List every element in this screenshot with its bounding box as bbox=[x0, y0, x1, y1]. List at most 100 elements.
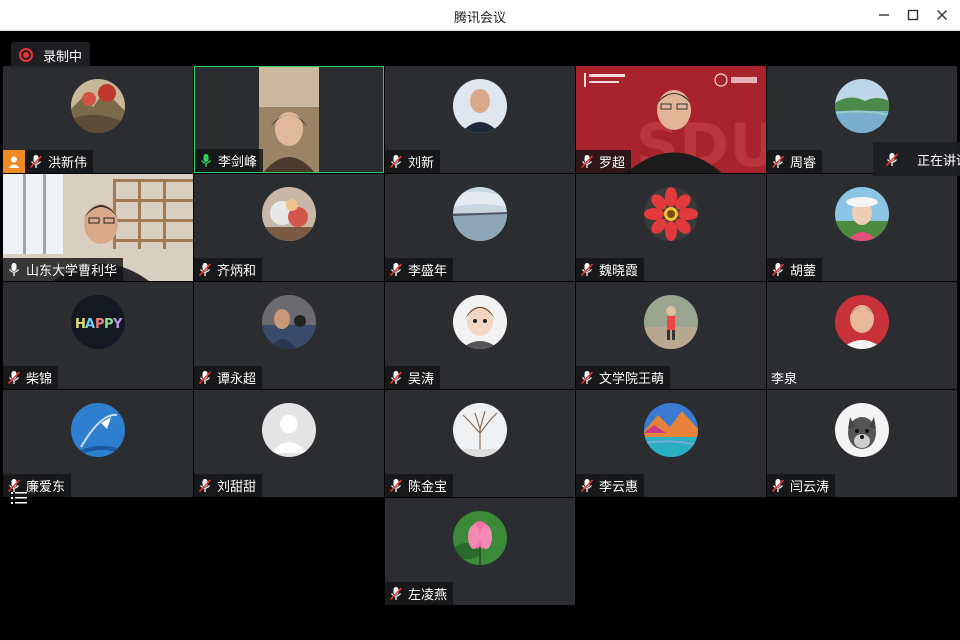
participant-name: 魏晓霞 bbox=[599, 264, 639, 279]
participant-nametag: 李盛年 bbox=[385, 258, 454, 281]
participant-name: 山东大学曹利华 bbox=[26, 264, 118, 279]
participant-tile[interactable]: 李盛年 bbox=[385, 174, 575, 281]
participant-nametag: 周睿 bbox=[767, 150, 823, 173]
host-user-icon bbox=[3, 150, 25, 173]
participant-tile[interactable]: 廉爱东 bbox=[3, 390, 193, 497]
participant-name: 左凌燕 bbox=[408, 588, 448, 603]
avatar bbox=[644, 187, 698, 241]
mic-off-icon bbox=[7, 370, 21, 385]
svg-text:A: A bbox=[85, 317, 95, 332]
participant-nametag: 罗超 bbox=[576, 150, 632, 173]
participant-tile[interactable]: 吴涛 bbox=[385, 282, 575, 389]
participant-nametag: 胡蓥 bbox=[767, 258, 823, 281]
participant-tile[interactable]: 左凌燕 bbox=[385, 498, 575, 605]
window-title: 腾讯会议 bbox=[453, 11, 506, 26]
participant-tile[interactable]: HAPPY 柴锦 bbox=[3, 282, 193, 389]
participant-name: 刘甜甜 bbox=[217, 480, 257, 495]
participant-name: 李泉 bbox=[771, 372, 798, 387]
participant-name: 周睿 bbox=[790, 156, 817, 171]
participant-tile[interactable]: 刘甜甜 bbox=[194, 390, 384, 497]
participant-tile-active[interactable]: 李剑峰 bbox=[194, 66, 384, 173]
participant-tile[interactable]: 陈金宝 bbox=[385, 390, 575, 497]
mic-on-icon bbox=[199, 153, 213, 168]
participant-tile[interactable]: 李云惠 bbox=[576, 390, 766, 497]
mic-off-icon bbox=[29, 154, 43, 169]
participant-name: 李盛年 bbox=[408, 264, 448, 279]
avatar bbox=[644, 295, 698, 349]
participant-nametag: 李泉 bbox=[767, 366, 803, 389]
mic-off-icon bbox=[389, 154, 403, 169]
participant-name: 陈金宝 bbox=[408, 480, 448, 495]
avatar bbox=[644, 403, 698, 457]
participant-tile[interactable]: 李泉 bbox=[767, 282, 957, 389]
mic-off-icon bbox=[389, 478, 403, 493]
mic-off-icon bbox=[580, 154, 594, 169]
avatar bbox=[835, 187, 889, 241]
avatar bbox=[453, 79, 507, 133]
participant-name: 吴涛 bbox=[408, 372, 435, 387]
participant-nametag: 柴锦 bbox=[3, 366, 59, 389]
participant-name: 廉爱东 bbox=[26, 480, 66, 495]
participant-name: 刘新 bbox=[408, 156, 435, 171]
participant-nametag: 刘新 bbox=[385, 150, 441, 173]
mic-off-icon bbox=[580, 370, 594, 385]
speaking-label: 正在讲话 bbox=[917, 153, 960, 169]
mic-off-icon bbox=[580, 262, 594, 277]
video-grid: 洪新伟 李剑峰 刘新 SDU 罗超 周睿 山东大学曹利华 齐炳和 李盛年 魏晓霞… bbox=[3, 31, 957, 637]
participant-tile[interactable]: 文学院王萌 bbox=[576, 282, 766, 389]
mic-off-icon bbox=[389, 586, 403, 601]
participant-tile[interactable]: SDU 罗超 bbox=[576, 66, 766, 173]
recording-label: 录制中 bbox=[43, 49, 83, 65]
avatar bbox=[262, 187, 316, 241]
avatar bbox=[453, 403, 507, 457]
participant-name: 闫云涛 bbox=[790, 480, 830, 495]
avatar bbox=[835, 79, 889, 133]
participant-nametag: 齐炳和 bbox=[194, 258, 263, 281]
maximize-icon[interactable] bbox=[901, 4, 925, 26]
participant-name: 李剑峰 bbox=[218, 155, 258, 170]
avatar bbox=[71, 79, 125, 133]
participant-name: 文学院王萌 bbox=[599, 372, 665, 387]
participant-tile[interactable]: 闫云涛 bbox=[767, 390, 957, 497]
participant-tile[interactable]: 刘新 bbox=[385, 66, 575, 173]
mic-off-icon bbox=[198, 262, 212, 277]
avatar bbox=[453, 187, 507, 241]
participant-nametag: 李剑峰 bbox=[195, 149, 264, 172]
avatar bbox=[835, 403, 889, 457]
participant-nametag: 魏晓霞 bbox=[576, 258, 645, 281]
minimize-icon[interactable] bbox=[872, 4, 896, 26]
participant-nametag: 山东大学曹利华 bbox=[3, 258, 124, 281]
participant-nametag: 闫云涛 bbox=[767, 474, 836, 497]
avatar bbox=[453, 511, 507, 565]
participant-name: 罗超 bbox=[599, 156, 626, 171]
participant-name: 柴锦 bbox=[26, 372, 53, 387]
title-bar: 腾讯会议 bbox=[0, 0, 960, 31]
participant-tile[interactable]: 齐炳和 bbox=[194, 174, 384, 281]
recording-indicator[interactable]: 录制中 bbox=[11, 42, 91, 68]
speaking-indicator: 正在讲话 bbox=[873, 142, 960, 176]
participant-nametag: 刘甜甜 bbox=[194, 474, 263, 497]
participant-nametag: 谭永超 bbox=[194, 366, 263, 389]
mic-off-icon bbox=[389, 370, 403, 385]
avatar bbox=[262, 295, 316, 349]
mic-off-icon bbox=[885, 152, 899, 167]
mic-off-icon bbox=[389, 262, 403, 277]
participant-nametag: 洪新伟 bbox=[3, 150, 94, 173]
participant-nametag: 李云惠 bbox=[576, 474, 645, 497]
participant-tile[interactable]: 山东大学曹利华 bbox=[3, 174, 193, 281]
mic-off-icon bbox=[771, 154, 785, 169]
record-icon bbox=[19, 48, 33, 62]
participant-tile[interactable]: 胡蓥 bbox=[767, 174, 957, 281]
participant-name: 齐炳和 bbox=[217, 264, 257, 279]
mic-on-icon bbox=[7, 262, 21, 277]
video-feed bbox=[259, 67, 319, 172]
participant-tile[interactable]: 洪新伟 bbox=[3, 66, 193, 173]
list-icon[interactable] bbox=[10, 490, 28, 506]
avatar bbox=[71, 403, 125, 457]
participant-tile[interactable]: 谭永超 bbox=[194, 282, 384, 389]
close-icon[interactable] bbox=[930, 4, 954, 26]
participant-name: 李云惠 bbox=[599, 480, 639, 495]
participant-name: 洪新伟 bbox=[48, 156, 88, 171]
mic-off-icon bbox=[771, 262, 785, 277]
participant-tile[interactable]: 魏晓霞 bbox=[576, 174, 766, 281]
